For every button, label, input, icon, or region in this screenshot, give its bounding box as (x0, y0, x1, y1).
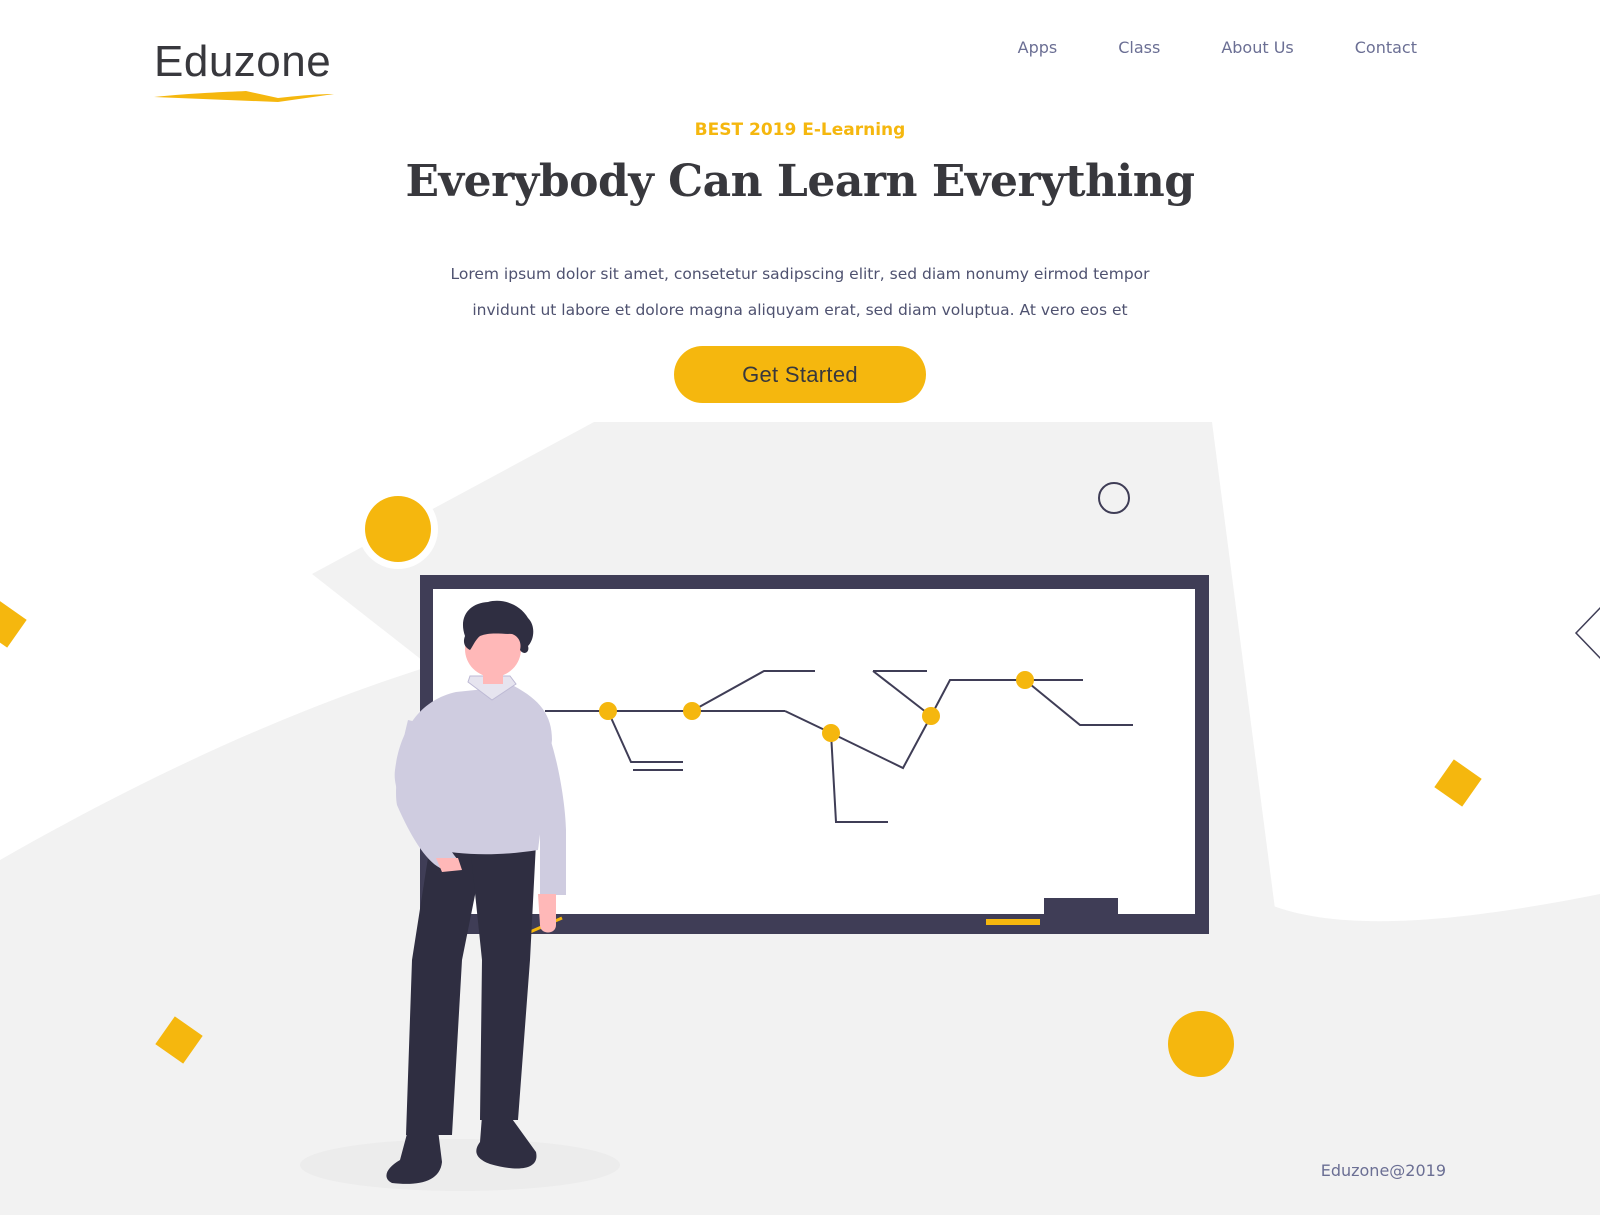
hero-description-line-1: Lorem ipsum dolor sit amet, consetetur s… (450, 264, 1150, 283)
chalk (986, 919, 1040, 925)
teacher-right-leg (470, 843, 536, 1120)
hero-eyebrow: BEST 2019 E-Learning (694, 120, 906, 140)
brand-name: Eduzone (154, 37, 332, 86)
nav-about-us[interactable]: About Us (1221, 38, 1293, 57)
nav-contact[interactable]: Contact (1355, 38, 1417, 57)
nav-apps[interactable]: Apps (1018, 38, 1058, 57)
hero-title: Everybody Can Learn Everything (405, 156, 1195, 207)
footer-copyright: Eduzone@2019 (1320, 1161, 1446, 1180)
hero-description: Lorem ipsum dolor sit amet, consetetur s… (400, 256, 1200, 328)
hero-description-line-2: invidunt ut labore et dolore magna aliqu… (472, 300, 1128, 319)
get-started-button[interactable]: Get Started (674, 346, 926, 403)
teacher-left-leg (406, 845, 485, 1135)
main-nav: Apps Class About Us Contact (1018, 38, 1417, 57)
nav-class[interactable]: Class (1118, 38, 1160, 57)
teacher-right-shoe (476, 1116, 537, 1169)
brand-logo[interactable]: Eduzone (154, 36, 334, 102)
logo-swoosh-icon (154, 91, 334, 102)
teacher-hand (538, 894, 556, 933)
eraser (1044, 898, 1118, 914)
teacher-left-shoe (386, 1130, 442, 1184)
